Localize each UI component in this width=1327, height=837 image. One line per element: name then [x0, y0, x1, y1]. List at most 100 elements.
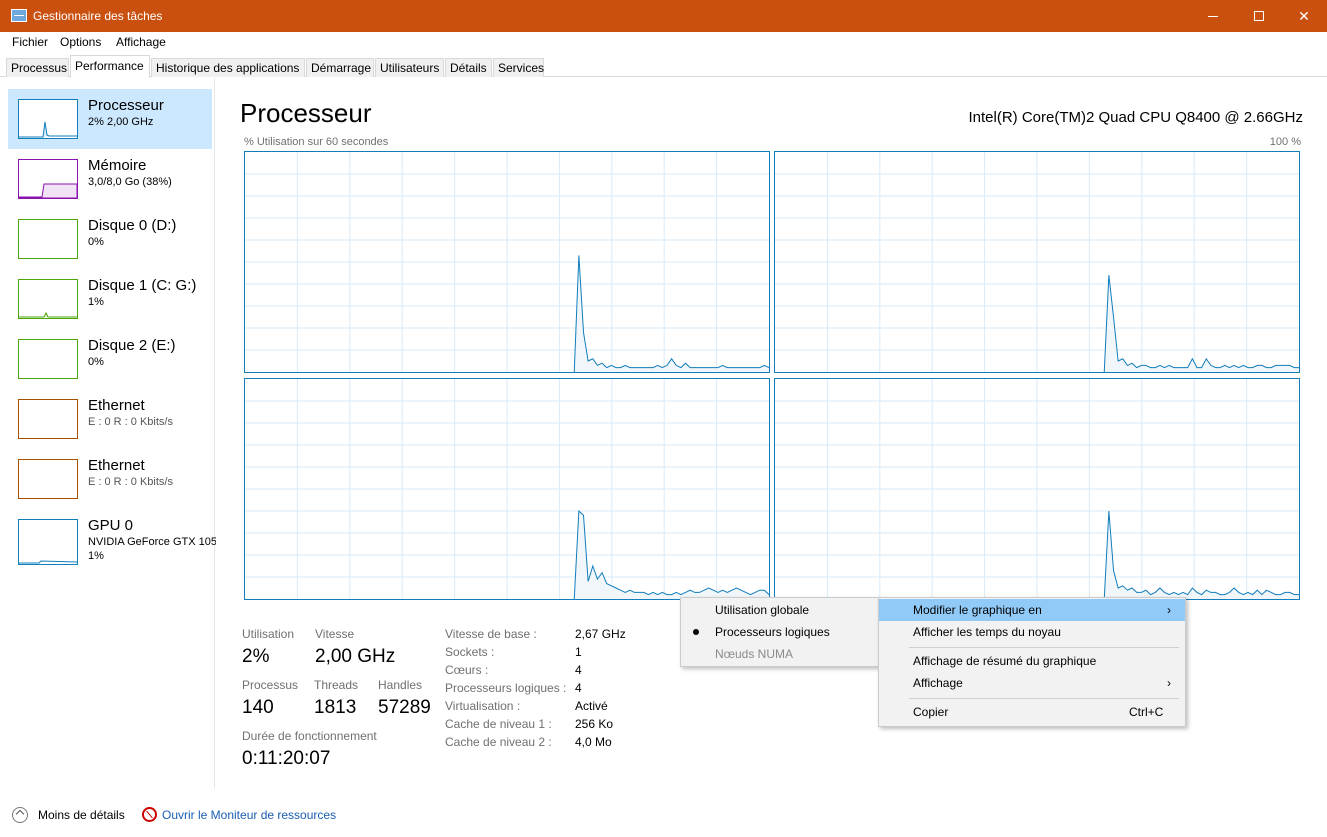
shortcut-label: Ctrl+C — [1129, 705, 1164, 719]
sidebar-item-label: Mémoire — [88, 157, 147, 174]
tab-utilisateurs[interactable]: Utilisateurs — [375, 58, 444, 77]
tab-performance[interactable]: Performance — [70, 55, 150, 78]
sidebar-item-label: Ethernet — [88, 397, 145, 414]
sidebar-item-gpu-0[interactable]: GPU 0 NVIDIA GeForce GTX 1050 1% — [8, 509, 216, 569]
footer: Moins de détails Ouvrir le Moniteur de r… — [0, 798, 1327, 837]
menu-item-label: Modifier le graphique en — [913, 603, 1042, 617]
minimize-icon — [1208, 15, 1218, 17]
processus-value: 140 — [242, 697, 274, 718]
utilisation-label: Utilisation — [242, 627, 295, 641]
menu-item-label: Affichage — [913, 676, 963, 690]
menu-item-label: Afficher les temps du noyau — [913, 625, 1061, 639]
tab-services[interactable]: Services — [493, 58, 544, 77]
menu-item-label: Nœuds NUMA — [715, 647, 794, 661]
tab-demarrage[interactable]: Démarrage — [306, 58, 374, 77]
cpu-thumbnail-graph — [18, 99, 78, 139]
detail-label: Cache de niveau 2 : — [445, 735, 552, 749]
processus-label: Processus — [242, 678, 299, 692]
menu-separator — [909, 647, 1179, 648]
sidebar-item-disque-1[interactable]: Disque 1 (C: G:) 1% — [8, 269, 212, 329]
tab-historique[interactable]: Historique des applications — [151, 58, 305, 77]
cpu-core-graph-1[interactable] — [774, 151, 1300, 373]
menu-item-copier[interactable]: Copier Ctrl+C — [879, 701, 1185, 723]
chevron-right-icon: › — [1167, 676, 1171, 690]
detail-label: Vitesse de base : — [445, 627, 537, 641]
disk1-thumbnail-graph — [18, 279, 78, 319]
tab-details[interactable]: Détails — [445, 58, 492, 77]
handles-label: Handles — [378, 678, 423, 692]
graph-mode-submenu: Utilisation globale Processeurs logiques… — [680, 597, 880, 667]
sidebar-item-value: E : 0 R : 0 Kbits/s — [88, 416, 173, 428]
maximize-button[interactable] — [1236, 0, 1282, 32]
disk1-thumbnail-chart — [19, 311, 77, 318]
threads-label: Threads — [314, 678, 359, 692]
menu-options[interactable]: Options — [60, 35, 101, 49]
chevron-right-icon: › — [1167, 603, 1171, 617]
page-title: Processeur — [240, 98, 372, 128]
resource-monitor-link[interactable]: Ouvrir le Moniteur de ressources — [162, 808, 336, 822]
less-details-button[interactable]: Moins de détails — [38, 808, 125, 822]
graph-caption: % Utilisation sur 60 secondes — [244, 136, 389, 148]
menu-item-affichage[interactable]: Affichage › — [879, 672, 1185, 694]
menu-item-label: Copier — [913, 705, 949, 719]
cpu-usage-line — [573, 255, 769, 372]
sidebar-item-disque-2[interactable]: Disque 2 (E:) 0% — [8, 329, 212, 389]
menu-item-utilisation-globale[interactable]: Utilisation globale — [681, 599, 879, 621]
uptime-label: Durée de fonctionnement — [242, 729, 377, 743]
detail-label: Virtualisation : — [445, 699, 521, 713]
disk2-thumbnail-graph — [18, 339, 78, 379]
disk0-thumbnail-graph — [18, 219, 78, 259]
cpu-core-graph-2[interactable] — [244, 378, 770, 600]
task-manager-icon — [11, 9, 27, 22]
radio-bullet-icon — [693, 629, 699, 635]
cpu-model: Intel(R) Core(TM)2 Quad CPU Q8400 @ 2.66… — [968, 109, 1303, 126]
sidebar-item-value: 0% — [88, 356, 104, 368]
cpu-core-graph-0[interactable] — [244, 151, 770, 373]
detail-value: Activé — [575, 699, 608, 713]
ethernet1-thumbnail-graph — [18, 399, 78, 439]
sidebar-item-label: Processeur — [88, 97, 164, 114]
detail-value: 1 — [575, 645, 582, 659]
cpu-core-chart-1 — [775, 152, 1299, 372]
detail-label: Cœurs : — [445, 663, 489, 677]
vitesse-value: 2,00 GHz — [315, 646, 396, 667]
detail-value: 4,0 Mo — [575, 735, 612, 749]
sidebar-item-processeur[interactable]: Processeur 2% 2,00 GHz — [8, 89, 212, 149]
minimize-button[interactable] — [1190, 0, 1236, 32]
tab-processus[interactable]: Processus — [6, 58, 69, 77]
handles-value: 57289 — [378, 697, 431, 718]
sidebar-item-label: Disque 1 (C: G:) — [88, 277, 197, 294]
menu-fichier[interactable]: Fichier — [12, 35, 48, 49]
menu-item-resume-graphique[interactable]: Affichage de résumé du graphique — [879, 650, 1185, 672]
sidebar-item-ethernet-2[interactable]: Ethernet E : 0 R : 0 Kbits/s — [8, 449, 212, 509]
close-button[interactable]: ✕ — [1281, 0, 1327, 32]
cpu-thumbnail-chart — [19, 121, 77, 138]
vitesse-label: Vitesse — [315, 627, 355, 641]
threads-value: 1813 — [314, 697, 357, 718]
sidebar-item-value: 0% — [88, 236, 104, 248]
tab-bar: Processus Performance Historique des app… — [0, 55, 1327, 78]
sidebar-item-value: NVIDIA GeForce GTX 1050 — [88, 536, 216, 548]
sidebar-item-label: Ethernet — [88, 457, 145, 474]
close-icon: ✕ — [1298, 7, 1310, 24]
chevron-up-icon[interactable] — [12, 807, 28, 823]
memory-thumbnail-chart — [19, 183, 77, 198]
cpu-core-chart-2 — [245, 379, 769, 599]
sidebar-item-disque-0[interactable]: Disque 0 (D:) 0% — [8, 209, 212, 269]
menu-item-processeurs-logiques[interactable]: Processeurs logiques — [681, 621, 879, 643]
sidebar-item-ethernet-1[interactable]: Ethernet E : 0 R : 0 Kbits/s — [8, 389, 212, 449]
gpu-thumbnail-chart — [19, 560, 77, 564]
uptime-value: 0:11:20:07 — [242, 748, 331, 769]
cpu-usage-area — [1104, 275, 1299, 372]
window-title: Gestionnaire des tâches — [33, 9, 163, 23]
menu-item-noeuds-numa: Nœuds NUMA — [681, 643, 879, 665]
cpu-core-graph-3[interactable] — [774, 378, 1300, 600]
detail-value: 2,67 GHz — [575, 627, 626, 641]
sidebar-item-memoire[interactable]: Mémoire 3,0/8,0 Go (38%) — [8, 149, 212, 209]
detail-value: 256 Ko — [575, 717, 614, 731]
graph-max-label: 100 % — [1269, 136, 1301, 148]
menu-affichage[interactable]: Affichage — [116, 35, 166, 49]
menu-item-modifier-graphique[interactable]: Modifier le graphique en › — [879, 599, 1185, 621]
ethernet2-thumbnail-graph — [18, 459, 78, 499]
menu-item-temps-noyau[interactable]: Afficher les temps du noyau — [879, 621, 1185, 643]
